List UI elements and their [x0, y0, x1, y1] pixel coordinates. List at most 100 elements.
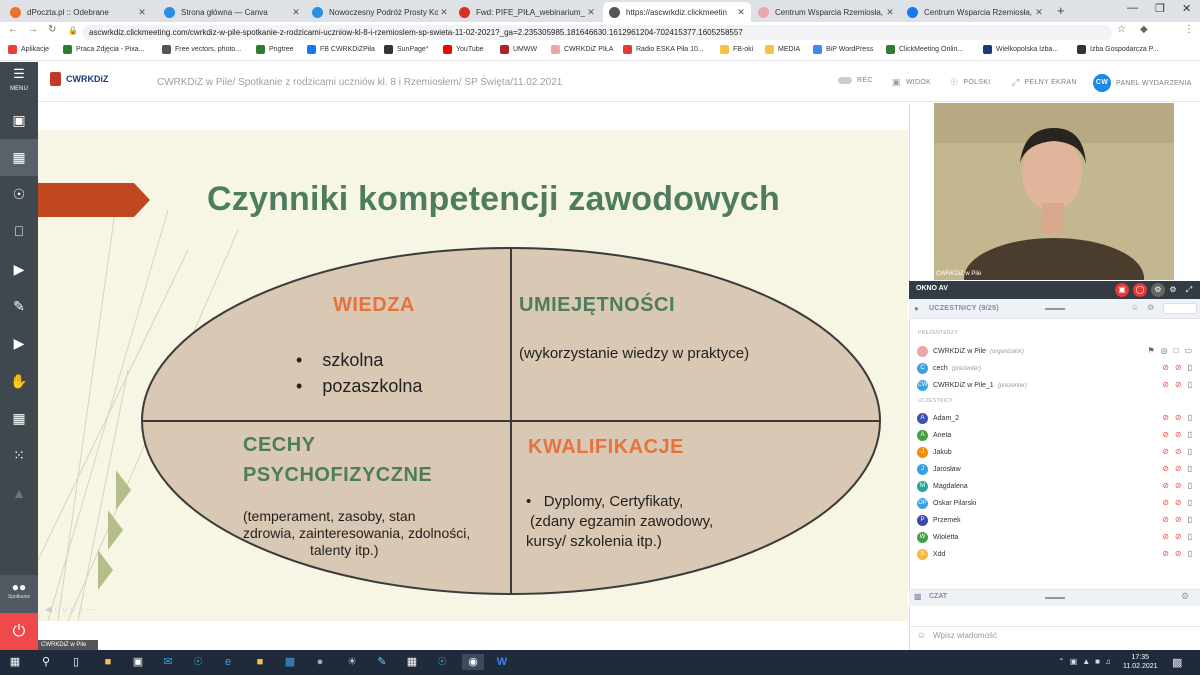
megaphone-icon[interactable]: ▶	[0, 325, 38, 362]
close-tab-icon[interactable]: ✕	[585, 7, 597, 18]
browser-tab[interactable]: https://ascwrkdiz.clickmeetin ✕	[603, 2, 751, 22]
device-icon[interactable]: ▯	[1188, 481, 1192, 490]
participants-search-input[interactable]	[1163, 303, 1197, 314]
camera-off-icon[interactable]: ⊘	[1175, 447, 1182, 456]
close-tab-icon[interactable]: ✕	[136, 7, 148, 18]
video-camera-icon[interactable]: ▣	[0, 102, 38, 139]
mic-muted-icon[interactable]: ⊘	[1162, 430, 1169, 439]
touch-icon[interactable]: ✋	[0, 363, 38, 400]
mic-muted-icon[interactable]: ⊘	[1162, 498, 1169, 507]
bookmark-item[interactable]: Radio ESKA Piła 10...	[623, 45, 704, 54]
bookmark-item[interactable]: YouTube	[443, 45, 484, 54]
mic-muted-icon[interactable]: ⊘	[1162, 363, 1169, 372]
bookmark-item[interactable]: Aplikacje	[8, 45, 49, 54]
attendee-row[interactable]: J Jarosław ⊘ ⊘ ▯	[917, 462, 1197, 477]
forward-icon[interactable]: →	[28, 24, 38, 35]
bookmark-item[interactable]: MEDIA	[765, 45, 800, 54]
bookmark-item[interactable]: ClickMeeting Onlin...	[886, 45, 963, 54]
edge-icon[interactable]: ☉	[434, 654, 450, 670]
close-tab-icon[interactable]: ✕	[290, 7, 302, 18]
mic-muted-icon[interactable]: ⊘	[1162, 481, 1169, 490]
device-icon[interactable]: ▯	[1188, 498, 1192, 507]
windows-start-icon[interactable]: ▦	[7, 654, 23, 670]
calculator-icon[interactable]: ▦	[404, 654, 420, 670]
bookmark-item[interactable]: UMWW	[500, 45, 537, 54]
broadcast-icon[interactable]: ⁙	[0, 437, 38, 474]
browser-menu-icon[interactable]: ⋮	[1184, 24, 1194, 35]
camera-off-icon[interactable]: ⊘	[1175, 413, 1182, 422]
device-icon[interactable]: ▯	[1188, 447, 1192, 456]
bookmark-item[interactable]: CWRKDiZ PIŁA	[551, 45, 613, 54]
popout-icon[interactable]: ⤢	[1182, 283, 1196, 297]
device-icon[interactable]: ▯	[1188, 464, 1192, 473]
camera-off-icon[interactable]: ⊘	[1175, 363, 1182, 372]
chat-input-placeholder[interactable]: Wpisz wiadomość	[933, 631, 997, 640]
notes-icon[interactable]: ✎	[374, 654, 390, 670]
slide-controls[interactable]: ◀ ○ ○ ○ ○ ⋯	[45, 604, 95, 615]
mail-icon[interactable]: ✉	[160, 654, 176, 670]
close-window-icon[interactable]: ✕	[1182, 2, 1191, 15]
browser-tab[interactable]: Strona główna — Canva ✕	[158, 2, 306, 22]
bookmark-item[interactable]: Wielkopolska Izba...	[983, 45, 1058, 54]
minimize-icon[interactable]: —	[1127, 2, 1138, 14]
browser-tab[interactable]: Fwd: PIFE_PIŁA_webinarium_10.0✕	[453, 2, 601, 22]
screen-icon[interactable]: ⚑	[1147, 346, 1154, 355]
leave-power-icon[interactable]: ⏻	[0, 613, 38, 650]
back-icon[interactable]: ←	[8, 24, 18, 35]
device-icon[interactable]: ▯	[1188, 380, 1192, 389]
presentation-icon[interactable]: ▦	[0, 139, 38, 176]
close-tab-icon[interactable]: ✕	[1033, 7, 1045, 18]
chat-settings-icon[interactable]: ⚙	[1181, 591, 1189, 602]
camera-off-icon[interactable]: ⊘	[1175, 430, 1182, 439]
maximize-icon[interactable]: ❐	[1155, 2, 1165, 15]
camera-off-icon[interactable]: ⊘	[1175, 498, 1182, 507]
mic-muted-icon[interactable]: ⊘	[1162, 464, 1169, 473]
camera-off-icon[interactable]: ⊘	[1175, 464, 1182, 473]
screen-share-icon[interactable]: ⎕	[0, 213, 38, 250]
attendee-row[interactable]: J Jakub ⊘ ⊘ ▯	[917, 445, 1197, 460]
bookmark-item[interactable]: Free vectors, photo...	[162, 45, 241, 54]
presenter-row[interactable]: Ccech (prezenter) ⊘ ⊘ ▯	[917, 361, 1197, 376]
attendee-row[interactable]: A Aneta ⊘ ⊘ ▯	[917, 428, 1197, 443]
new-tab-button[interactable]: +	[1057, 3, 1065, 18]
bookmark-item[interactable]: Praca Zdjęcia - Pixa...	[63, 45, 144, 54]
presenter-row[interactable]: CWRKDiZ w Pile (organizator) ⚑ ◎ □ ▭	[917, 344, 1197, 359]
extension-icon[interactable]: ◆	[1140, 24, 1148, 35]
browser-tab[interactable]: Centrum Wsparcia Rzemiosła, Ks ✕	[752, 2, 900, 22]
mic-muted-icon[interactable]: ⊘	[1162, 515, 1169, 524]
close-tab-icon[interactable]: ✕	[438, 7, 450, 18]
fullscreen-button[interactable]: ⤢ PEŁNY EKRAN	[1012, 77, 1077, 88]
mic-off-icon[interactable]: ◯	[1133, 283, 1147, 297]
audio-settings-icon[interactable]: ⚙	[1151, 283, 1165, 297]
attendee-row[interactable]: A Adam_2 ⊘ ⊘ ▯	[917, 411, 1197, 426]
camera-off-icon[interactable]: ⊘	[1175, 532, 1182, 541]
camera-off-icon[interactable]: ⊘	[1175, 549, 1182, 558]
settings-icon[interactable]: ⚙	[1147, 303, 1154, 312]
bookmark-item[interactable]: Izba Gospodarcza P...	[1077, 45, 1158, 54]
attendee-row[interactable]: W Wioletta ⊘ ⊘ ▯	[917, 530, 1197, 545]
device-icon[interactable]: ▯	[1188, 430, 1192, 439]
chat-drag-handle[interactable]	[1045, 597, 1065, 599]
add-user-icon[interactable]: ☺	[1131, 303, 1139, 312]
word-icon[interactable]: W	[494, 654, 510, 670]
mic-icon[interactable]: ◎	[1161, 346, 1168, 355]
bookmark-item[interactable]: SunPage°	[384, 45, 429, 54]
compass-icon[interactable]: ☉	[0, 176, 38, 213]
close-tab-icon[interactable]: ✕	[735, 7, 747, 18]
terminal-icon[interactable]: ▩	[282, 654, 298, 670]
bookmark-star-icon[interactable]: ☆	[1117, 24, 1126, 35]
edge-legacy-icon[interactable]: e	[220, 654, 236, 670]
app-icon[interactable]: ■	[252, 654, 268, 670]
bookmark-item[interactable]: BiP WordPress	[813, 45, 873, 54]
search-icon[interactable]: ⚲	[38, 654, 54, 670]
close-tab-icon[interactable]: ✕	[884, 7, 896, 18]
system-tray-icons[interactable]: ⌃▣▲■♫	[1058, 657, 1116, 666]
attendee-row[interactable]: OP Oskar Pilarski ⊘ ⊘ ▯	[917, 496, 1197, 511]
url-field[interactable]: ascwrkdiz.clickmeeting.com/cwrkdiz-w-pil…	[82, 25, 1112, 40]
bookmark-item[interactable]: FB CWRKDiZPiła	[307, 45, 375, 54]
camera-off-icon[interactable]: ▣	[1115, 283, 1129, 297]
reload-icon[interactable]: ↻	[48, 24, 56, 35]
emoji-icon[interactable]: ☺	[917, 630, 926, 640]
view-button[interactable]: ▣ WIDOK	[892, 77, 931, 88]
bookmark-item[interactable]: FB-oki	[720, 45, 753, 54]
